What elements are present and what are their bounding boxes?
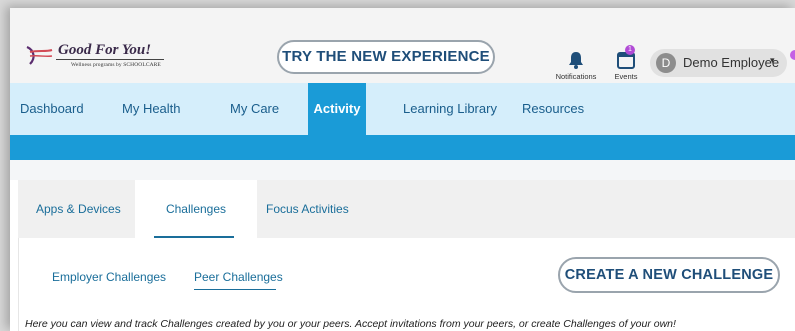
events-button[interactable]: 1 Events [608, 45, 644, 81]
brand-divider [56, 59, 164, 60]
section-spacer [10, 160, 795, 180]
chevron-down-icon: ▾ [770, 55, 775, 65]
notifications-button[interactable]: Notifications [551, 50, 601, 81]
tab-challenges[interactable]: Challenges [135, 180, 257, 238]
create-challenge-button[interactable]: CREATE A NEW CHALLENGE [558, 257, 780, 293]
events-badge: 1 [625, 45, 635, 55]
nav-item-activity[interactable]: Activity [308, 83, 366, 135]
subtab-peer-challenges[interactable]: Peer Challenges [194, 270, 283, 284]
nav-item-my-health[interactable]: My Health [122, 83, 181, 135]
main-nav: Dashboard My Health My Care Activity Lea… [10, 83, 795, 135]
brand-tagline: Wellness programs by SCHOOLCARE [71, 62, 161, 68]
subtab-employer-challenges[interactable]: Employer Challenges [52, 270, 166, 284]
brand-logo[interactable]: Good For You! Wellness programs by SCHOO… [24, 42, 174, 78]
nav-item-learning-library[interactable]: Learning Library [403, 83, 497, 135]
active-subtab-indicator [194, 289, 276, 290]
user-badge [790, 50, 795, 60]
challenges-description: Here you can view and track Challenges c… [25, 318, 676, 330]
user-menu[interactable]: D Demo Employee ▾ [650, 49, 787, 77]
accent-bar [10, 135, 795, 160]
brand-swoosh-icon [26, 45, 53, 65]
avatar: D [656, 53, 676, 73]
tab-apps-devices[interactable]: Apps & Devices [36, 180, 121, 238]
notifications-label: Notifications [555, 72, 597, 81]
header: Good For You! Wellness programs by SCHOO… [10, 8, 795, 83]
nav-item-resources[interactable]: Resources [522, 83, 584, 135]
try-new-experience-button[interactable]: TRY THE NEW EXPERIENCE [277, 40, 495, 74]
app-frame: Good For You! Wellness programs by SCHOO… [10, 8, 795, 331]
events-label: Events [614, 72, 638, 81]
nav-item-dashboard[interactable]: Dashboard [20, 83, 84, 135]
tab-focus-activities[interactable]: Focus Activities [266, 180, 349, 238]
activity-tabs: Apps & Devices Challenges Focus Activiti… [18, 180, 795, 238]
bell-icon [569, 52, 583, 69]
nav-item-my-care[interactable]: My Care [230, 83, 279, 135]
brand-name: Good For You! [58, 42, 152, 58]
user-name: Demo Employee [683, 55, 780, 70]
